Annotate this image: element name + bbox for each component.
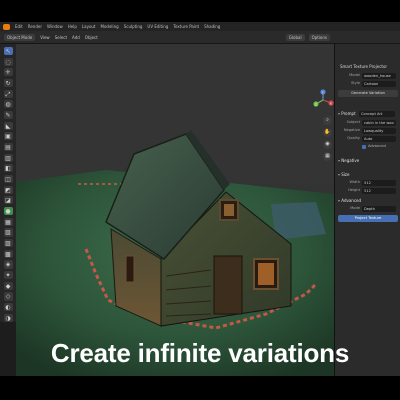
blender-window: Edit Render Window Help Layout Modeling … — [0, 22, 400, 376]
header-add-menu[interactable]: Add — [72, 35, 80, 40]
spin-icon[interactable]: ● — [3, 207, 13, 216]
navigation-gizmo[interactable]: Y X Z — [312, 89, 334, 111]
style-label: Style — [350, 81, 360, 85]
width-field[interactable]: 512 — [362, 180, 396, 186]
tab-modeling[interactable]: Modeling — [101, 24, 119, 29]
edge-slide-icon[interactable]: ▧ — [3, 228, 13, 237]
header-object-menu[interactable]: Object — [85, 35, 98, 40]
bevel-icon[interactable]: ◧ — [3, 164, 13, 173]
tab-sculpting[interactable]: Sculpting — [124, 24, 143, 29]
loop-cut-icon[interactable]: ◫ — [3, 175, 13, 184]
tool-shelf: ↖ ◌ ✛ ↻ ⤢ ◍ ✎ ◣ ▣ ▤ ▥ ◧ ◫ ◩ ◪ ● ▦ ▧ ▨ ▩ … — [0, 44, 16, 322]
menu-bar: Edit Render Window Help Layout Modeling … — [0, 22, 400, 31]
style-field[interactable]: Cartoon — [362, 81, 396, 87]
poly-build-icon[interactable]: ◪ — [3, 196, 13, 205]
menu-window[interactable]: Window — [47, 24, 63, 29]
height-field[interactable]: 512 — [362, 188, 396, 194]
advanced-checkbox[interactable] — [362, 145, 366, 149]
zoom-icon[interactable]: ⌕ — [323, 116, 332, 125]
extrude-icon[interactable]: ▤ — [3, 143, 13, 152]
quality-field[interactable]: Auto — [362, 136, 396, 142]
house-door — [213, 255, 243, 315]
header-view-menu[interactable]: View — [40, 35, 50, 40]
subject-label: Subject — [346, 120, 360, 124]
transform-icon[interactable]: ◍ — [3, 100, 13, 109]
smooth-icon[interactable]: ▦ — [3, 217, 13, 226]
move-icon[interactable]: ✛ — [3, 68, 13, 77]
subject-field[interactable]: cabin in the woo — [362, 120, 396, 126]
subject-row: Subject cabin in the woo — [338, 120, 398, 126]
cloth-icon[interactable]: ◑ — [3, 313, 13, 322]
prompt-field[interactable]: Concept Art — [359, 111, 395, 117]
knife-icon[interactable]: ◩ — [3, 185, 13, 194]
negative-row: Negative Lowquality — [338, 128, 398, 134]
menu-render[interactable]: Render — [28, 24, 42, 29]
measure-icon[interactable]: ◣ — [3, 121, 13, 130]
mode-row: Mode Depth — [338, 206, 398, 212]
camera-icon[interactable]: ◉ — [323, 140, 332, 149]
negative-section-header[interactable]: Negative — [338, 158, 359, 163]
scale-icon[interactable]: ⤢ — [3, 89, 13, 98]
negative-label: Negative — [343, 128, 360, 132]
negative-field[interactable]: Lowquality — [362, 128, 396, 134]
smart-texture-panel: Smart Texture Projector Model wooden_hou… — [334, 44, 400, 376]
lower-window-glow — [258, 263, 274, 285]
height-row: Height 512 — [338, 188, 398, 194]
tab-shading[interactable]: Shading — [204, 24, 220, 29]
height-label: Height — [348, 188, 360, 192]
perspective-icon[interactable]: ▦ — [323, 152, 332, 161]
header-select-menu[interactable]: Select — [55, 35, 67, 40]
rotate-icon[interactable]: ↻ — [3, 79, 13, 88]
blender-logo-icon[interactable] — [3, 23, 10, 30]
panel-title: Smart Texture Projector — [340, 64, 388, 69]
quality-row: Quality Auto — [338, 136, 398, 142]
rip-icon[interactable]: ◈ — [3, 260, 13, 269]
3d-viewport[interactable]: + Y X Z ⌕ ✋ ◉ ▦ — [16, 44, 334, 376]
shrink-icon[interactable]: ▨ — [3, 239, 13, 248]
transform-orientation-dropdown[interactable]: Global — [285, 34, 305, 41]
width-label: Width — [349, 180, 360, 184]
upper-window-glow — [224, 204, 234, 216]
options-dropdown[interactable]: Options — [308, 34, 330, 41]
model-label: Model — [349, 73, 360, 77]
shear-icon[interactable]: ▩ — [3, 249, 13, 258]
tab-uv-editing[interactable]: UV Editing — [147, 24, 168, 29]
viewport-header: Object Mode View Select Add Object Globa… — [0, 31, 400, 44]
generate-variation-button[interactable]: Generate Variation — [338, 90, 398, 97]
model-row: Model wooden_house — [338, 73, 398, 79]
size-section-header[interactable]: Size — [338, 172, 349, 177]
header-right-group: Global Options — [285, 34, 330, 41]
gizmo-axis-y: Y — [322, 90, 324, 94]
menu-edit[interactable]: Edit — [15, 24, 23, 29]
inset-icon[interactable]: ▥ — [3, 153, 13, 162]
select-box-icon[interactable]: ◌ — [3, 57, 13, 66]
quality-label: Quality — [347, 136, 360, 140]
scene-render: + — [16, 44, 334, 376]
grab-icon[interactable]: ◐ — [3, 303, 13, 312]
menu-help[interactable]: Help — [68, 24, 77, 29]
prompt-section-header[interactable]: Prompt — [338, 111, 355, 116]
video-caption: Create infinite variations — [50, 338, 350, 368]
sample-icon[interactable]: ◇ — [3, 292, 13, 301]
mode-label: Mode — [350, 206, 360, 210]
tab-texture-paint[interactable]: Texture Paint — [173, 24, 199, 29]
advanced-section-header[interactable]: Advanced — [338, 198, 361, 203]
project-texture-button[interactable]: Project Texture — [338, 215, 398, 222]
mode-dropdown[interactable]: Object Mode — [4, 33, 36, 41]
mode-field[interactable]: Depth — [362, 206, 396, 212]
fill-icon[interactable]: ◆ — [3, 281, 13, 290]
paint-icon[interactable]: ✦ — [3, 271, 13, 280]
pan-icon[interactable]: ✋ — [323, 128, 332, 137]
style-row: Style Cartoon — [338, 81, 398, 87]
advanced-checkbox-label: Advanced — [368, 144, 386, 148]
gizmo-axis-z: Z — [315, 102, 317, 106]
add-cube-icon[interactable]: ▣ — [3, 132, 13, 141]
tab-layout[interactable]: Layout — [82, 24, 96, 29]
gizmo-axis-x: X — [330, 101, 332, 105]
width-row: Width 512 — [338, 180, 398, 186]
cursor-icon[interactable]: ↖ — [3, 47, 13, 56]
side-window — [125, 255, 135, 283]
model-field[interactable]: wooden_house — [362, 73, 396, 79]
annotate-icon[interactable]: ✎ — [3, 111, 13, 120]
